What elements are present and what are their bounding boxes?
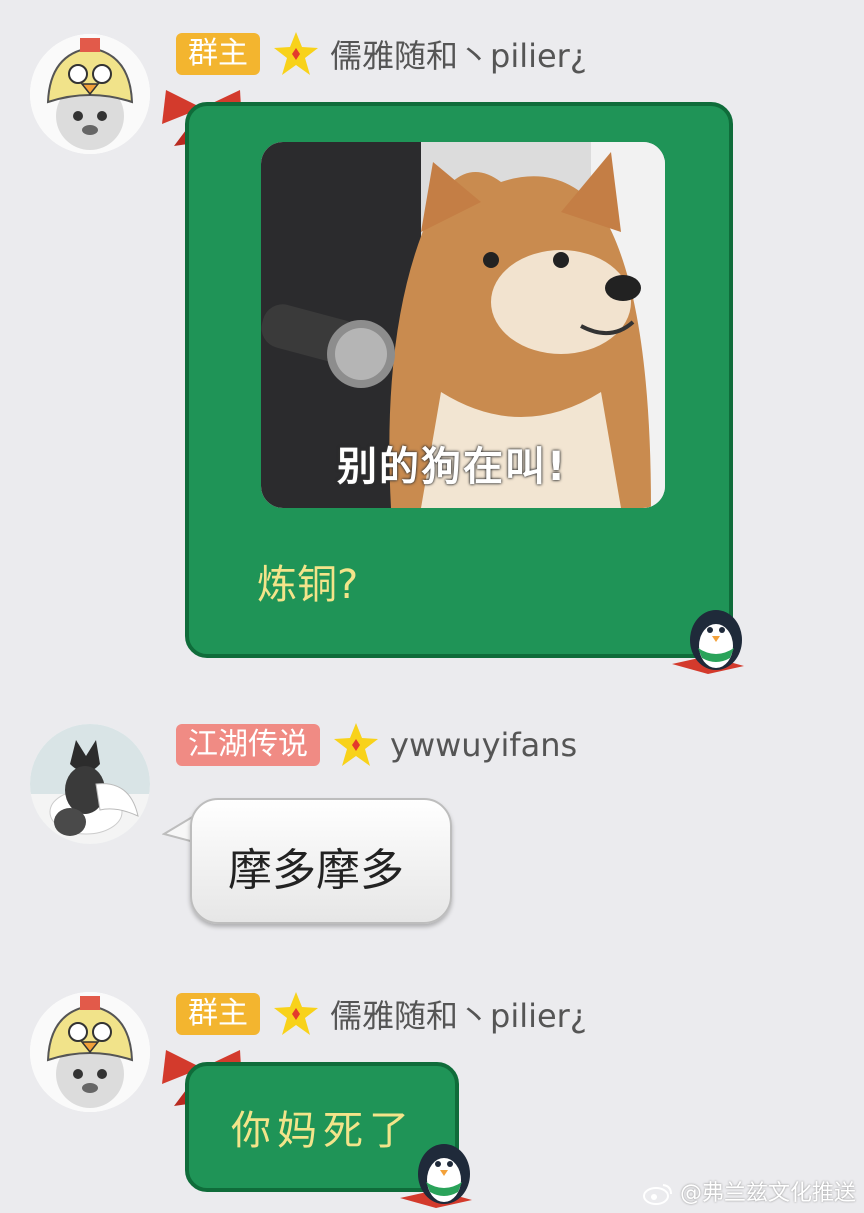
image-caption: 别的狗在叫! bbox=[337, 444, 568, 490]
star-icon bbox=[334, 723, 378, 766]
watermark-text: @弗兰兹文化推送 bbox=[679, 1181, 856, 1206]
weibo-logo-icon bbox=[642, 1184, 672, 1205]
nickname[interactable]: 儒雅随和丶pilier¿ bbox=[330, 31, 587, 77]
avatar[interactable] bbox=[30, 724, 150, 844]
nickname[interactable]: 儒雅随和丶pilier¿ bbox=[330, 991, 587, 1037]
avatar[interactable] bbox=[30, 992, 150, 1112]
message-text: 你妈死了 bbox=[231, 1108, 415, 1154]
message-bubble[interactable]: 摩多摩多 bbox=[190, 798, 452, 924]
avatar[interactable] bbox=[30, 34, 150, 154]
rank-badge: 群主 bbox=[176, 33, 260, 75]
message-header: 群主 儒雅随和丶pilier¿ bbox=[176, 991, 587, 1037]
cat-in-chicken-hat-avatar-icon bbox=[30, 992, 150, 1112]
penguin-scarf-icon bbox=[672, 610, 744, 674]
shiba-meme-image[interactable]: 别的狗在叫! bbox=[261, 142, 665, 508]
star-icon bbox=[274, 32, 318, 75]
message-text: 摩多摩多 bbox=[228, 845, 404, 896]
rank-badge: 群主 bbox=[176, 993, 260, 1035]
watermark: @弗兰兹文化推送 bbox=[642, 1175, 856, 1207]
message-header: 江湖传说 ywwuyifans bbox=[176, 723, 577, 766]
cat-in-chicken-hat-avatar-icon bbox=[30, 34, 150, 154]
cat-with-wings-avatar-icon bbox=[30, 724, 150, 844]
penguin-scarf-icon bbox=[400, 1144, 472, 1208]
nickname[interactable]: ywwuyifans bbox=[390, 726, 577, 764]
message-text: 炼铜? bbox=[257, 562, 359, 608]
message-bubble[interactable]: 别的狗在叫! 炼铜? bbox=[185, 102, 733, 658]
message-header: 群主 儒雅随和丶pilier¿ bbox=[176, 31, 587, 77]
rank-badge: 江湖传说 bbox=[176, 724, 320, 766]
star-icon bbox=[274, 992, 318, 1035]
